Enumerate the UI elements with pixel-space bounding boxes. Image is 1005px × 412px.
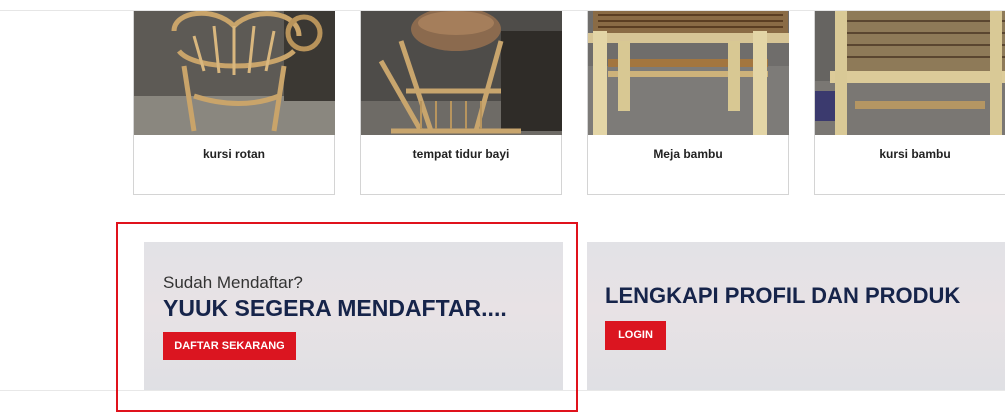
product-card[interactable]: kursi bambu <box>814 11 1005 195</box>
product-name[interactable]: Meja bambu <box>588 147 788 161</box>
product-name[interactable]: kursi rotan <box>134 147 334 161</box>
profile-banner: LENGKAPI PROFIL DAN PRODUK LOGIN <box>587 242 1005 391</box>
product-image[interactable] <box>134 11 335 135</box>
product-card[interactable]: kursi rotan <box>133 11 335 195</box>
product-image[interactable] <box>815 11 1005 135</box>
product-name[interactable]: tempat tidur bayi <box>361 147 561 161</box>
product-image[interactable] <box>588 11 789 135</box>
product-card[interactable]: tempat tidur bayi <box>360 11 562 195</box>
selection-highlight <box>116 222 578 412</box>
login-button[interactable]: LOGIN <box>605 321 666 350</box>
profile-headline: LENGKAPI PROFIL DAN PRODUK <box>605 283 961 308</box>
product-card[interactable]: Meja bambu <box>587 11 789 195</box>
product-name[interactable]: kursi bambu <box>815 147 1005 161</box>
product-image[interactable] <box>361 11 562 135</box>
